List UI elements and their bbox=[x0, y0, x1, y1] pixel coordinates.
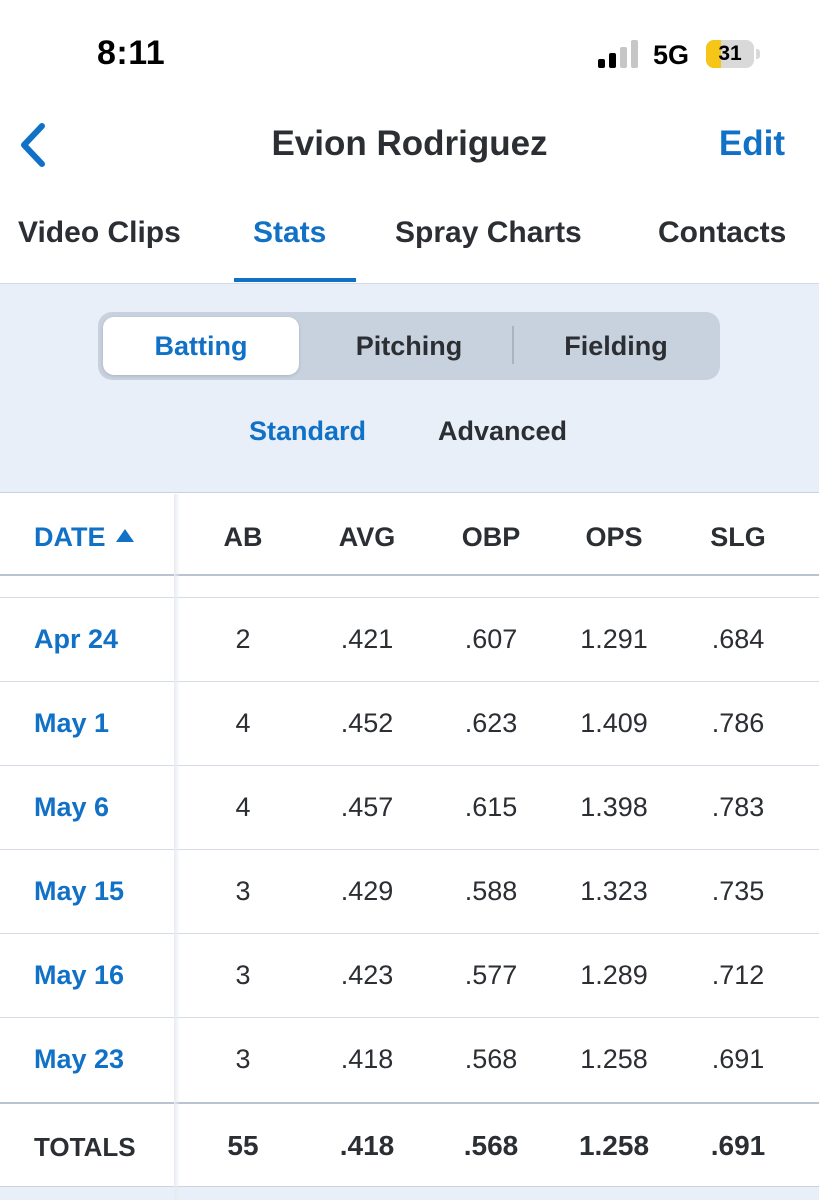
cell-ops: 1.289 bbox=[580, 960, 648, 990]
tab-stats[interactable]: Stats bbox=[253, 216, 326, 250]
table-footer-band bbox=[0, 1186, 819, 1200]
table-row: Apr 24 2 .421 .607 1.291 .684 bbox=[0, 598, 819, 682]
cell-obp: .568 bbox=[464, 1044, 518, 1074]
cell-obp: .577 bbox=[464, 960, 518, 990]
date-header-label: DATE bbox=[34, 522, 106, 552]
row-date-link[interactable]: May 23 bbox=[34, 1044, 124, 1075]
column-header-slg[interactable]: SLG bbox=[678, 522, 798, 553]
page-title: Evion Rodriguez bbox=[271, 124, 548, 163]
cell-ops: 1.258 bbox=[580, 1044, 648, 1074]
cell-ab: 4 bbox=[235, 708, 251, 738]
segment-pitching[interactable]: Pitching bbox=[306, 317, 512, 375]
cell-obp: .615 bbox=[464, 792, 518, 822]
subtab-standard[interactable]: Standard bbox=[249, 416, 366, 447]
table-row: May 23 3 .418 .568 1.258 .691 bbox=[0, 1018, 819, 1102]
tab-video-clips[interactable]: Video Clips bbox=[18, 216, 181, 250]
cell-ops: 1.409 bbox=[580, 708, 648, 738]
totals-label: TOTALS bbox=[34, 1132, 136, 1162]
cell-ab: 3 bbox=[235, 1044, 251, 1074]
row-date-link[interactable]: May 16 bbox=[34, 960, 124, 991]
row-date-link[interactable]: May 15 bbox=[34, 876, 124, 907]
row-date-link[interactable]: May 1 bbox=[34, 708, 109, 739]
status-time: 8:11 bbox=[97, 34, 166, 72]
stats-table: DATE AB AVG OBP OPS SLG Apr 24 2 .421 .6… bbox=[0, 494, 819, 1200]
tab-spray-charts[interactable]: Spray Charts bbox=[395, 216, 582, 250]
cell-ops: 1.323 bbox=[580, 876, 648, 906]
cell-ab: 3 bbox=[235, 960, 251, 990]
network-type: 5G bbox=[653, 40, 690, 70]
filter-panel: Batting Pitching Fielding Standard Advan… bbox=[0, 284, 819, 493]
sort-up-icon bbox=[115, 529, 134, 542]
subtab-advanced[interactable]: Advanced bbox=[438, 416, 567, 447]
total-obp: .568 bbox=[463, 1130, 519, 1161]
table-row: May 16 3 .423 .577 1.289 .712 bbox=[0, 934, 819, 1018]
column-header-obp[interactable]: OBP bbox=[431, 522, 551, 553]
cell-avg: .457 bbox=[340, 792, 394, 822]
column-header-date[interactable]: DATE bbox=[34, 522, 134, 553]
cell-avg: .423 bbox=[340, 960, 394, 990]
sticky-column-shadow bbox=[174, 494, 180, 1200]
column-header-avg[interactable]: AVG bbox=[307, 522, 427, 553]
table-row: May 6 4 .457 .615 1.398 .783 bbox=[0, 766, 819, 850]
cell-ab: 4 bbox=[235, 792, 251, 822]
cell-slg: .691 bbox=[711, 1044, 765, 1074]
cell-avg: .429 bbox=[340, 876, 394, 906]
total-avg: .418 bbox=[339, 1130, 395, 1161]
tab-contacts[interactable]: Contacts bbox=[658, 216, 786, 250]
cell-ab: 2 bbox=[235, 624, 251, 654]
table-header: DATE AB AVG OBP OPS SLG bbox=[0, 494, 819, 576]
tab-bar: Video Clips Stats Spray Charts Contacts bbox=[0, 196, 819, 284]
status-bar: 8:11 5G 31 bbox=[0, 0, 819, 100]
column-header-ops[interactable]: OPS bbox=[554, 522, 674, 553]
total-slg: .691 bbox=[710, 1130, 766, 1161]
cell-slg: .684 bbox=[711, 624, 765, 654]
cell-slg: .786 bbox=[711, 708, 765, 738]
cell-ops: 1.398 bbox=[580, 792, 648, 822]
column-header-ab[interactable]: AB bbox=[183, 522, 303, 553]
cell-avg: .452 bbox=[340, 708, 394, 738]
battery-icon: 31 bbox=[706, 40, 760, 68]
battery-level: 31 bbox=[718, 42, 742, 65]
cell-slg: .712 bbox=[711, 960, 765, 990]
cell-slg: .783 bbox=[711, 792, 765, 822]
cell-ab: 3 bbox=[235, 876, 251, 906]
stat-type-segmented-control: Batting Pitching Fielding bbox=[98, 312, 720, 380]
row-date-link[interactable]: Apr 24 bbox=[34, 624, 118, 655]
cell-ops: 1.291 bbox=[580, 624, 648, 654]
table-row: May 15 3 .429 .588 1.323 .735 bbox=[0, 850, 819, 934]
row-date-link[interactable]: May 6 bbox=[34, 792, 109, 823]
segment-batting[interactable]: Batting bbox=[103, 317, 299, 375]
total-ab: 55 bbox=[227, 1130, 259, 1161]
cell-obp: .623 bbox=[464, 708, 518, 738]
signal-strength-icon bbox=[598, 40, 640, 68]
cell-obp: .607 bbox=[464, 624, 518, 654]
cell-obp: .588 bbox=[464, 876, 518, 906]
totals-row: TOTALS 55 .418 .568 1.258 .691 bbox=[0, 1102, 819, 1186]
active-tab-indicator bbox=[234, 278, 356, 282]
total-ops: 1.258 bbox=[578, 1130, 650, 1161]
cell-slg: .735 bbox=[711, 876, 765, 906]
edit-button[interactable]: Edit bbox=[719, 124, 785, 164]
table-row: May 1 4 .452 .623 1.409 .786 bbox=[0, 682, 819, 766]
cell-avg: .418 bbox=[340, 1044, 394, 1074]
segment-fielding[interactable]: Fielding bbox=[514, 317, 718, 375]
cell-avg: .421 bbox=[340, 624, 394, 654]
